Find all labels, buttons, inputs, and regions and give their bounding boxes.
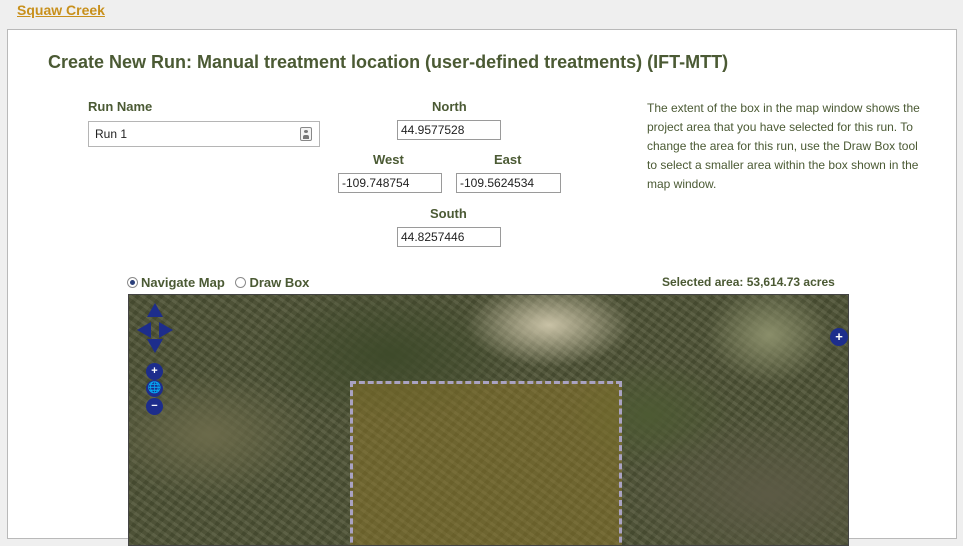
help-text: The extent of the box in the map window …: [647, 101, 920, 191]
north-label: North: [432, 99, 467, 114]
main-panel: Create New Run: Manual treatment locatio…: [7, 29, 957, 546]
navigate-map-label: Navigate Map: [141, 275, 225, 290]
pan-zoom-control: + 🌐 −: [129, 295, 189, 425]
pan-left-icon[interactable]: [137, 322, 151, 338]
north-input[interactable]: [397, 120, 501, 140]
contact-card-icon[interactable]: [300, 127, 312, 141]
navigate-map-option[interactable]: Navigate Map: [127, 275, 225, 290]
draw-box-option[interactable]: Draw Box: [235, 275, 309, 290]
east-label: East: [494, 152, 522, 167]
zoom-out-icon[interactable]: −: [146, 398, 163, 415]
pan-up-icon[interactable]: [147, 303, 163, 317]
selected-area-label: Selected area: 53,614.73 acres: [662, 275, 835, 289]
map-mode-selector: Navigate Map Draw Box: [127, 275, 316, 290]
draw-box-label: Draw Box: [249, 275, 310, 290]
navigate-map-radio[interactable]: [127, 277, 138, 288]
run-name-input[interactable]: [88, 121, 320, 147]
south-input[interactable]: [397, 227, 501, 247]
zoom-in-icon[interactable]: +: [146, 363, 163, 380]
map-window[interactable]: + 🌐 − +: [128, 294, 849, 546]
zoom-world-icon[interactable]: 🌐: [146, 380, 163, 397]
pan-down-icon[interactable]: [147, 339, 163, 353]
breadcrumb-link[interactable]: Squaw Creek: [17, 2, 105, 18]
west-input[interactable]: [338, 173, 442, 193]
draw-box-radio[interactable]: [235, 277, 247, 288]
south-label: South: [430, 206, 467, 221]
selected-area-box[interactable]: [350, 381, 622, 545]
layer-switcher-icon[interactable]: +: [830, 328, 848, 346]
east-input[interactable]: [456, 173, 561, 193]
page-title: Create New Run: Manual treatment locatio…: [48, 52, 729, 72]
west-label: West: [373, 152, 404, 167]
pan-right-icon[interactable]: [159, 322, 173, 338]
run-name-label: Run Name: [88, 99, 153, 114]
